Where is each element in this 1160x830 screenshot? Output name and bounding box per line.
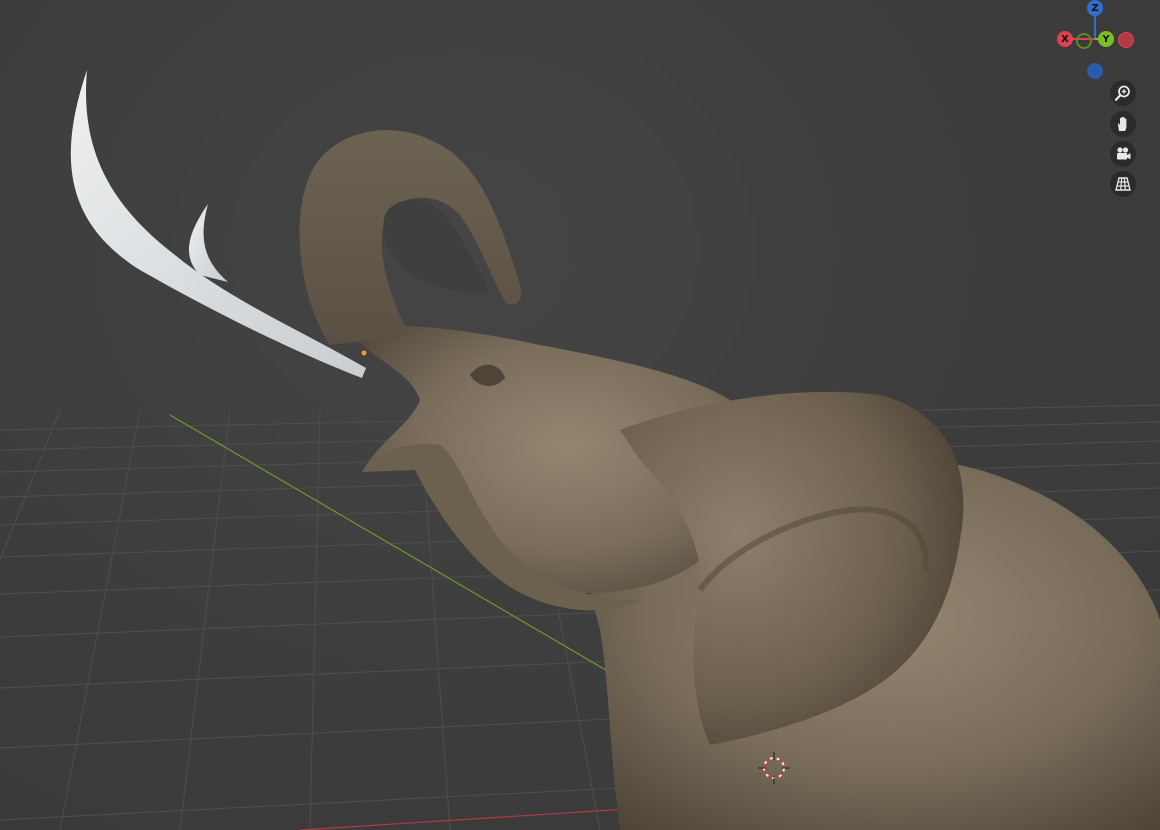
viewport-scene — [0, 70, 1160, 830]
navigation-gizmo[interactable]: Z X Y — [1050, 0, 1150, 85]
gizmo-neg-y-axis[interactable] — [1076, 33, 1092, 49]
gizmo-neg-z-axis[interactable] — [1087, 63, 1103, 79]
gizmo-x-label: X — [1061, 33, 1069, 45]
perspective-toggle-button[interactable] — [1110, 171, 1136, 197]
elephant-model — [70, 70, 1160, 830]
gizmo-neg-x-axis[interactable] — [1118, 32, 1134, 48]
pan-button[interactable] — [1110, 111, 1136, 137]
camera-icon — [1117, 147, 1131, 160]
zoom-button[interactable] — [1110, 80, 1136, 106]
gizmo-y-axis[interactable]: Y — [1098, 31, 1114, 47]
hand-icon — [1117, 116, 1127, 131]
gizmo-z-axis[interactable]: Z — [1087, 0, 1103, 16]
gizmo-z-label: Z — [1091, 2, 1099, 14]
camera-view-button[interactable] — [1110, 141, 1136, 167]
gizmo-x-axis[interactable]: X — [1057, 31, 1073, 47]
3d-viewport[interactable]: Z X Y — [0, 0, 1160, 830]
grid-icon — [1115, 177, 1131, 191]
zoom-icon — [1114, 85, 1130, 101]
gizmo-y-label: Y — [1102, 33, 1110, 45]
